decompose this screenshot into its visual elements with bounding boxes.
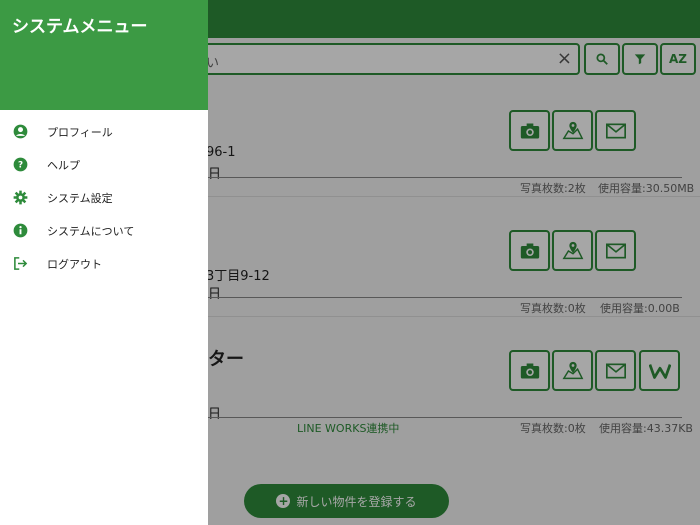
- menu-item-label: ログアウト: [47, 257, 102, 271]
- menu-item-help[interactable]: ? ヘルプ: [0, 148, 208, 181]
- drawer-title: システムメニュー: [12, 17, 148, 37]
- drawer-header: システムメニュー: [0, 0, 208, 110]
- svg-text:?: ?: [17, 161, 22, 171]
- help-circle-icon: ?: [12, 157, 28, 173]
- menu-item-logout[interactable]: ログアウト: [0, 247, 208, 280]
- menu-item-label: プロフィール: [47, 125, 113, 139]
- logout-icon: [12, 256, 28, 272]
- menu-item-settings[interactable]: システム設定: [0, 181, 208, 214]
- menu-item-about[interactable]: システムについて: [0, 214, 208, 247]
- menu-item-profile[interactable]: プロフィール: [0, 115, 208, 148]
- drawer-menu: プロフィール ? ヘルプ システム設定 システムについて ログアウト: [0, 110, 208, 280]
- gear-icon: [12, 190, 28, 206]
- navigation-drawer: システムメニュー プロフィール ? ヘルプ システム設定 システムについて ログ…: [0, 0, 208, 525]
- menu-item-label: システムについて: [47, 224, 135, 238]
- account-circle-icon: [12, 124, 28, 140]
- menu-item-label: ヘルプ: [47, 158, 80, 172]
- info-icon: [12, 223, 28, 239]
- menu-item-label: システム設定: [47, 191, 113, 205]
